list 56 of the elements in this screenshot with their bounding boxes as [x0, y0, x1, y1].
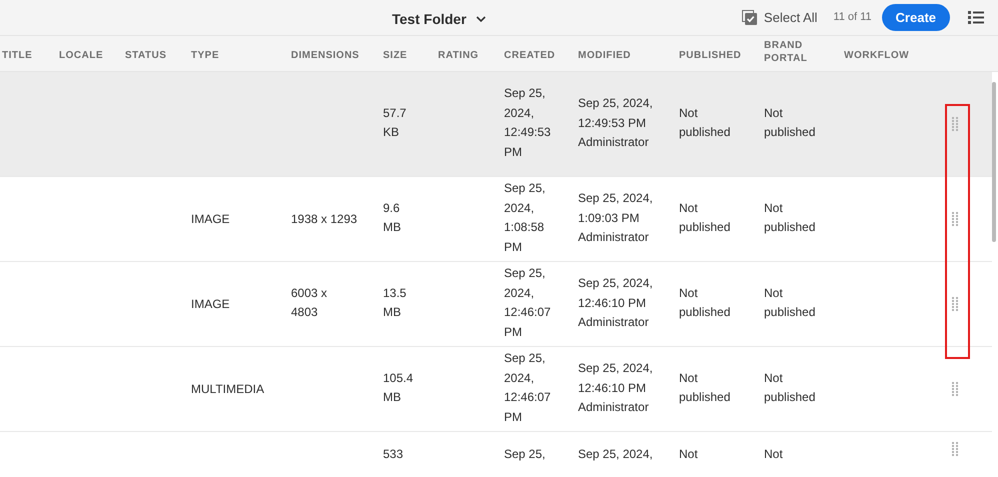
table-cell-text: Sep 25,: [504, 446, 546, 463]
table-cell-text: Not published: [679, 200, 730, 236]
column-header[interactable]: MODIFIED: [578, 48, 631, 62]
table-cell-text: 533: [383, 446, 404, 463]
column-header[interactable]: TYPE: [191, 48, 220, 62]
column-header[interactable]: RATING: [438, 48, 479, 62]
table-cell-text: Sep 25, 2024,: [578, 446, 653, 463]
table-cell-text: 9.6 MB: [383, 200, 401, 236]
column-header[interactable]: STATUS: [125, 48, 167, 62]
select-all-button[interactable]: Select All: [742, 8, 818, 28]
table-cell-text: Sep 25, 2024, 12:46:10 PM Administrator: [578, 275, 653, 331]
column-header[interactable]: TITLE: [2, 48, 32, 62]
table-cell-text: MULTIMEDIA: [191, 381, 264, 398]
table-cell-text: Sep 25, 2024, 12:49:53 PM Administrator: [578, 95, 653, 151]
create-button[interactable]: Create: [882, 4, 950, 31]
table-cell-text: Sep 25, 2024, 1:08:58 PM: [504, 180, 546, 256]
chevron-down-icon[interactable]: [476, 16, 486, 23]
drag-handle-icon[interactable]: [952, 382, 958, 396]
table-cell-text: 105.4 MB: [383, 370, 414, 406]
column-header[interactable]: BRAND PORTAL: [764, 38, 812, 64]
drag-handle-icon[interactable]: [952, 297, 958, 311]
table-cell-text: Sep 25, 2024, 12:46:07 PM: [504, 265, 551, 341]
table-cell-text: 57.7 KB: [383, 104, 406, 142]
scrollbar-thumb[interactable]: [992, 82, 996, 242]
table-cell-text: 13.5 MB: [383, 284, 406, 322]
table-cell-text: Not published: [679, 104, 730, 142]
table-cell-text: IMAGE: [191, 211, 230, 228]
item-count: 11 of 11: [833, 10, 872, 26]
table-cell-text: Not: [679, 446, 698, 463]
table-cell-text: Sep 25, 2024, 12:46:10 PM Administrator: [578, 360, 653, 416]
table-cell-text: Sep 25, 2024, 12:49:53 PM: [504, 85, 551, 161]
table-cell-text: IMAGE: [191, 296, 230, 313]
table-cell-text: Not published: [679, 370, 730, 406]
table-cell-text: Not published: [764, 370, 816, 406]
list-view-icon[interactable]: [968, 10, 984, 24]
drag-handle-icon[interactable]: [952, 117, 958, 131]
column-header[interactable]: SIZE: [383, 48, 408, 62]
column-header[interactable]: WORKFLOW: [844, 48, 910, 62]
checkbox-icon: [742, 10, 758, 26]
table-cell-text: Not published: [764, 200, 816, 236]
table-cell-text: Sep 25, 2024, 12:46:07 PM: [504, 350, 551, 426]
table-cell-text: 6003 x 4803: [291, 284, 328, 322]
column-header[interactable]: DIMENSIONS: [291, 48, 360, 62]
table-cell-text: Not: [764, 446, 783, 463]
table-cell-text: Not published: [764, 284, 816, 322]
column-header[interactable]: LOCALE: [59, 48, 104, 62]
drag-handle-icon[interactable]: [952, 442, 958, 456]
column-header[interactable]: PUBLISHED: [679, 48, 742, 62]
drag-handle-icon[interactable]: [952, 212, 958, 226]
column-header[interactable]: CREATED: [504, 48, 556, 62]
folder-title: Test Folder: [392, 10, 466, 29]
table-cell-text: 1938 x 1293: [291, 211, 358, 228]
table-cell-text: Not published: [764, 104, 816, 142]
table-cell-text: Sep 25, 2024, 1:09:03 PM Administrator: [578, 190, 653, 246]
table-row[interactable]: 57.7 KB Sep 25, 2024, 12:49:53 PM Sep 25, 2024, 12:49:53 PM Administrator Not published Not published: [0, 72, 992, 177]
table-cell-text: Not published: [679, 284, 730, 322]
